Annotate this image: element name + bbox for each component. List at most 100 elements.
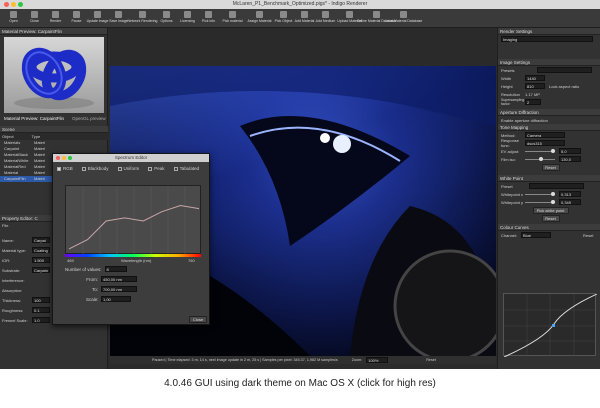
zoom-field[interactable]: 100% [366,357,389,363]
colour-curve-editor[interactable] [503,293,598,358]
toolbar: Open Close Render Pause Update image Save ima… [0,9,600,28]
property-field[interactable]: Carpai [32,237,50,243]
property-label: Substrate: [2,267,21,273]
toolbar-pick-info-button[interactable]: Pick info [198,9,219,28]
window-title: McLaren_P1_Benchmark_Optimized.pigs* - I… [232,1,368,7]
width-label: Width [501,75,512,81]
mode-label: Peak [154,166,165,171]
spectrum-mode-peak[interactable]: Peak [148,166,165,171]
toolbar-render-button[interactable]: Render [45,9,66,28]
col-object: Object [2,134,14,139]
wp-preset-select[interactable] [528,183,584,189]
toolbar-add-material-button[interactable]: Add Material [294,9,315,28]
toolbar-pause-button[interactable]: Pause [66,9,87,28]
property-label: Interference: [2,277,25,283]
preset-select[interactable]: Imaging [501,36,593,42]
property-field[interactable]: Carpain [32,267,50,273]
scale-label: Scale: [86,296,99,302]
wp-reset-button[interactable]: Reset [541,214,560,222]
toolbar-save-image-button[interactable]: Save image [108,9,129,28]
save-icon [115,11,122,18]
x-axis-label: Wavelength (nm) [121,258,152,263]
toolbar-update-image-button[interactable]: Update image [87,9,108,28]
resolution-value: 1.17 MP [525,91,540,97]
response-select[interactable]: dscs315 [525,140,565,146]
film-slider[interactable] [525,156,555,161]
property-label: IOR: [2,257,11,263]
method-label: Method: [501,132,516,138]
toolbar-options-button[interactable]: Options [156,9,177,28]
spectrum-close-button[interactable]: Close [189,316,207,323]
dialog-zoom-dot[interactable] [68,156,72,160]
network-icon [139,11,146,18]
wp-x-field[interactable]: 0,313 [559,191,581,197]
curves-reset-button[interactable]: Reset [583,233,593,238]
presets-field[interactable] [536,67,592,73]
property-label: Roughness: [2,307,24,313]
lock-aspect-checkbox[interactable]: Lock aspect ratio [549,84,579,89]
wp-x-slider[interactable] [525,191,555,196]
channel-select[interactable]: Blue [521,232,552,238]
checkbox-icon [148,166,153,171]
num-values-label: Number of values: [65,266,102,272]
to-field[interactable]: 700,00 nm [101,286,137,292]
toolbar-assign-material-button[interactable]: Assign Material [246,9,273,28]
width-field[interactable]: 1440 [525,75,545,81]
x-max-label: 760 [188,258,195,263]
status-reset-button[interactable]: Reset [426,356,436,364]
spectrum-mode-uniform[interactable]: Uniform [117,166,139,171]
property-field[interactable]: 1.0 [32,317,50,323]
film-field[interactable]: 130,0 [559,156,581,162]
enable-aperture-checkbox[interactable]: Enable aperture diffraction [501,118,548,123]
pick-white-point-button[interactable]: Pick white point [532,206,569,214]
property-field[interactable]: 1.500 [32,257,50,263]
zoom-label: Zoom: [351,358,363,362]
caption: 4.0.46 GUI using dark theme on Mac OS X … [164,378,436,389]
toolbar-open-button[interactable]: Open [3,9,24,28]
dialog-min-dot[interactable] [62,156,66,160]
wp-y-slider[interactable] [525,199,555,204]
spectrum-mode-tabulated[interactable]: Tabulated [173,166,199,171]
tab-material-preview[interactable]: Material Preview: CarpaintFlin [4,116,64,121]
spectrum-graph[interactable] [65,185,201,255]
from-field[interactable]: 450,00 nm [101,276,137,282]
toolbar-add-medium-button[interactable]: Add Medium [315,9,336,28]
toolbar-pick-material-button[interactable]: Pick material [219,9,246,28]
wp-y-field[interactable]: 0,349 [559,199,581,205]
zoom-window-button[interactable] [18,2,23,7]
scene-object-type: Materi [34,176,46,181]
toolbar-pick-object-button[interactable]: Pick Object [273,9,294,28]
toolbar-label: Assign Material [247,19,272,23]
height-label: Height [501,83,513,89]
scale-field[interactable]: 1,00 [101,296,131,302]
ev-field[interactable]: 5,0 [559,148,581,154]
spectrum-mode-rgb[interactable]: RGB [57,166,73,171]
num-values-field[interactable]: 8 [104,266,127,272]
spectrum-gradient [65,254,201,257]
minimize-window-button[interactable] [11,2,16,7]
property-label: Fresnel Scale: [2,317,28,323]
checkbox-icon [81,166,86,171]
dialog-close-dot[interactable] [56,156,60,160]
tone-reset-button[interactable]: Reset [541,163,560,171]
plus-icon [322,11,329,18]
property-field[interactable]: 0.1 [32,307,50,313]
height-field[interactable]: 810 [525,83,545,89]
close-window-button[interactable] [4,2,9,7]
pause-icon [73,11,80,18]
property-field[interactable]: 100 [32,297,50,303]
toolbar-close-button[interactable]: Close [24,9,45,28]
channel-label: Channel: [501,232,518,238]
toolbar-local-material-database-button[interactable]: Local Material Database [385,9,422,28]
property-field[interactable]: Coating [32,247,50,253]
toolbar-label: Add Medium [315,19,336,23]
property-label: Thickness: [2,297,22,303]
supersampling-field[interactable]: 2 [525,99,541,105]
toolbar-network-rendering-button[interactable]: Network Rendering [128,9,157,28]
toolbar-licensing-button[interactable]: Licensing [177,9,198,28]
tab-opengl-preview[interactable]: OpenGL preview [72,116,106,121]
spectrum-mode-blackbody[interactable]: Blackbody [81,166,109,171]
checkbox-icon [173,166,178,171]
ev-slider[interactable] [525,148,555,153]
method-select[interactable]: Camera [525,132,565,138]
